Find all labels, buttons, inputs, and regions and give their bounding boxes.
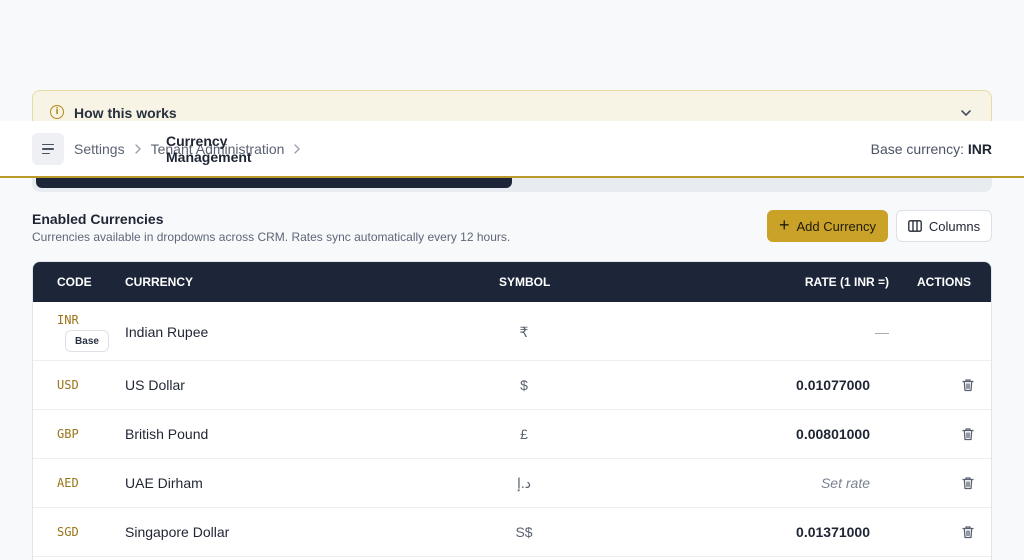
table-row: GBP British Pound £ 0.00801000 <box>33 410 991 459</box>
columns-icon <box>907 220 922 232</box>
currency-name: Singapore Dollar <box>125 524 230 540</box>
base-currency-code: INR <box>967 141 992 157</box>
base-currency-indicator: Base currency: INR <box>871 141 992 157</box>
table-header: CODE CURRENCY SYMBOL RATE (1 INR =) ACTI… <box>33 262 991 302</box>
currency-symbol: S$ <box>515 524 533 540</box>
set-rate-link[interactable]: Set rate <box>821 475 870 491</box>
currency-name: UAE Dirham <box>125 475 203 491</box>
header-symbol: SYMBOL <box>499 275 551 289</box>
page-header: Settings Tenant Administration Currency … <box>0 121 1024 178</box>
currency-symbol: £ <box>520 426 528 442</box>
trash-icon[interactable] <box>961 427 975 441</box>
base-currency-label: Base currency: <box>870 141 964 157</box>
currency-symbol: ₹ <box>519 324 529 340</box>
currency-rate: — <box>875 324 889 340</box>
trash-icon[interactable] <box>961 378 975 392</box>
add-currency-button[interactable]: + Add Currency <box>767 210 888 242</box>
currency-rate[interactable]: 0.01077000 <box>796 377 870 393</box>
section-subtitle: Currencies available in dropdowns across… <box>32 230 511 244</box>
breadcrumb-settings[interactable]: Settings <box>74 141 125 157</box>
info-icon: i <box>50 105 64 119</box>
columns-button[interactable]: Columns <box>896 210 992 242</box>
currencies-table: CODE CURRENCY SYMBOL RATE (1 INR =) ACTI… <box>32 261 992 560</box>
trash-icon[interactable] <box>961 525 975 539</box>
columns-label: Columns <box>928 218 981 234</box>
currency-code: INR <box>57 313 79 327</box>
currency-name: US Dollar <box>125 377 185 393</box>
currency-symbol: $ <box>520 377 528 393</box>
currency-symbol: د.إ <box>516 475 531 491</box>
table-row: SGD Singapore Dollar S$ 0.01371000 <box>33 508 991 557</box>
menu-toggle-button[interactable] <box>32 133 64 165</box>
currency-rate[interactable]: 0.00801000 <box>796 426 870 442</box>
header-actions: ACTIONS <box>917 275 971 289</box>
currency-code: GBP <box>57 427 79 441</box>
trash-icon[interactable] <box>961 476 975 490</box>
plus-icon: + <box>779 215 790 235</box>
banner-title: How this works <box>74 105 177 121</box>
base-badge: Base <box>65 330 109 352</box>
currency-code: AED <box>57 476 79 490</box>
breadcrumb: Settings Tenant Administration Currency … <box>74 133 310 165</box>
currency-name: British Pound <box>125 426 209 442</box>
currency-code: SGD <box>57 525 79 539</box>
add-currency-label: Add Currency <box>796 218 876 234</box>
header-rate: RATE (1 INR =) <box>804 275 889 289</box>
table-row: USD US Dollar $ 0.01077000 <box>33 361 991 410</box>
breadcrumb-current: Currency Management <box>166 133 252 165</box>
table-row: INR Base Indian Rupee ₹ — <box>33 302 991 361</box>
header-code[interactable]: CODE <box>57 275 92 289</box>
currency-code: USD <box>57 378 79 392</box>
section-title: Enabled Currencies <box>32 211 164 227</box>
chevron-right-icon <box>130 142 146 156</box>
chevron-down-icon[interactable] <box>959 106 973 120</box>
table-row: AED UAE Dirham د.إ Set rate <box>33 459 991 508</box>
header-currency[interactable]: CURRENCY <box>125 275 193 289</box>
currency-rate[interactable]: 0.01371000 <box>796 524 870 540</box>
currency-name: Indian Rupee <box>125 324 209 340</box>
